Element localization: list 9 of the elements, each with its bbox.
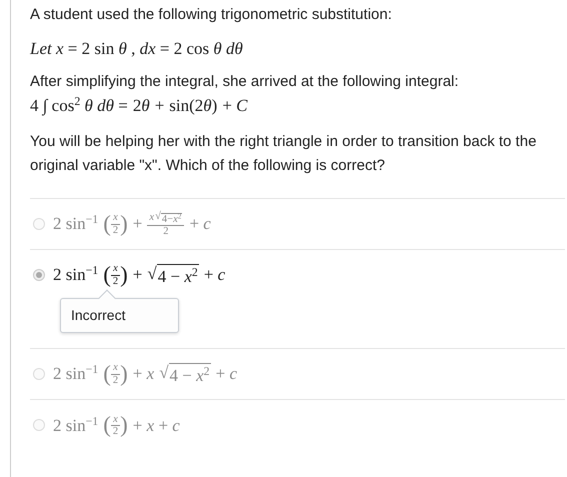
radio-button[interactable] <box>33 218 45 230</box>
radio-button[interactable] <box>33 269 45 282</box>
instruction-text: After simplifying the integral, she arrived at the following integral: <box>30 72 460 92</box>
question-text: You will be helping her with the right triangle in order to transition back to the original variable "x". Which of the following is correct? <box>30 132 538 176</box>
substitution-formula: Let x = 2 sin θ , dx = 2 cos θ dθ <box>30 38 244 60</box>
radio-button[interactable] <box>33 419 45 432</box>
radio-button[interactable] <box>33 368 45 380</box>
intro-text: A student used the following trigonometric substitution: <box>30 5 393 25</box>
integral-formula: 4 ∫ cos$^{2}$ θ dθ = 2θ + sin(2θ) + C <box>30 93 248 118</box>
